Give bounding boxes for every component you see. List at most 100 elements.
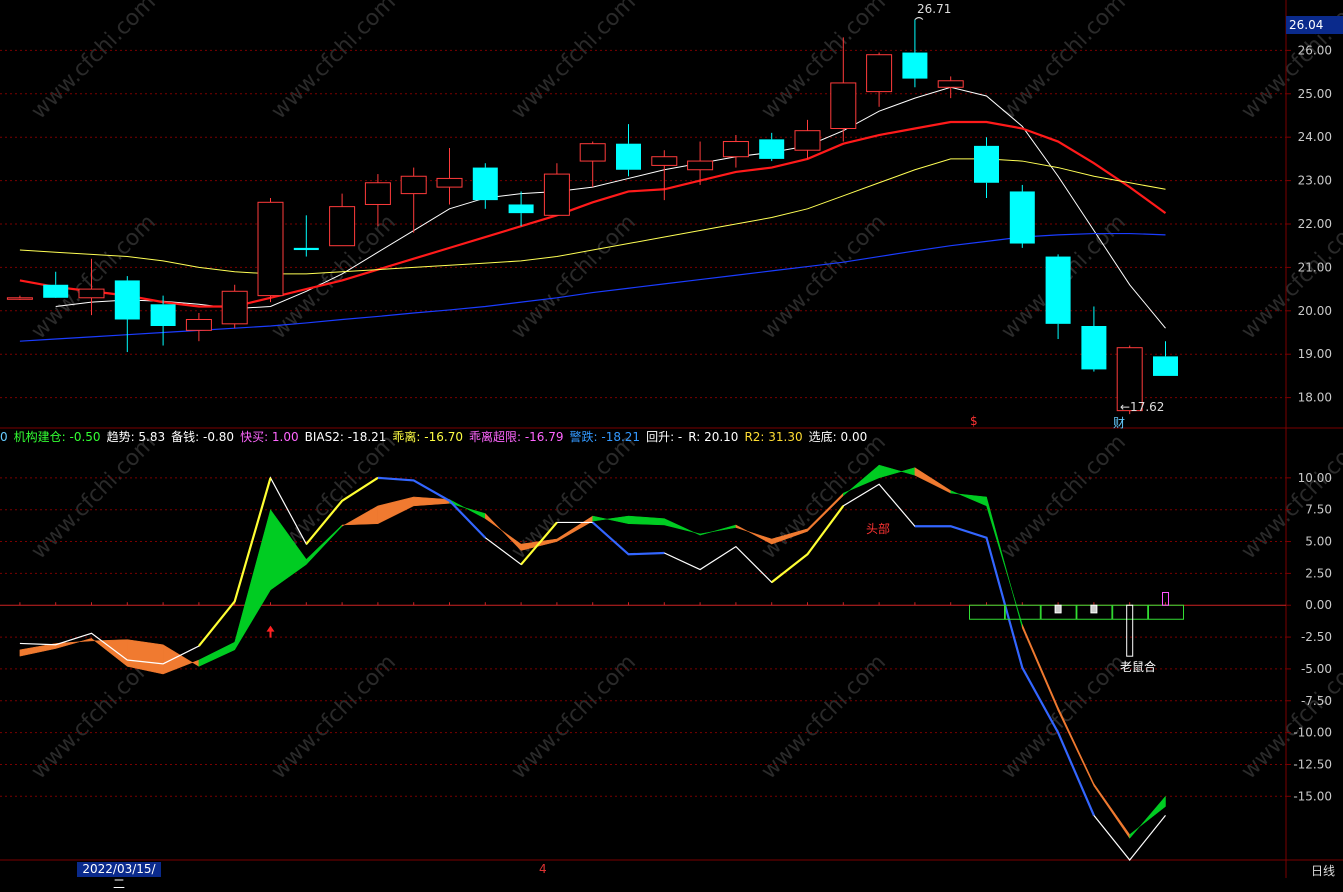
- candle: [329, 193, 356, 247]
- candle-body-up: [400, 175, 427, 195]
- indicator-band: [1129, 795, 1166, 840]
- indicator-band: [341, 505, 379, 527]
- candle: [508, 191, 534, 227]
- price-tick-label: 20.00: [1298, 304, 1332, 318]
- histogram-bar: [1126, 604, 1134, 657]
- indicator-tick-label: 2.50: [1305, 566, 1332, 580]
- candle: [436, 148, 463, 205]
- candle-body-down: [1081, 326, 1107, 370]
- candle-body-up: [6, 297, 33, 300]
- indicator-band: [449, 499, 486, 520]
- candle: [543, 163, 570, 216]
- price-tick-label: 26.00: [1298, 43, 1332, 57]
- candle-body-up: [937, 80, 964, 88]
- indicator-band: [592, 515, 629, 525]
- candle: [866, 52, 893, 107]
- high-price-label: 26.71: [917, 2, 952, 16]
- candle-body-down: [759, 139, 785, 159]
- watermark-text: www.cfchi.com: [507, 0, 641, 124]
- candle-body-up: [866, 54, 893, 93]
- indicator-legend-item: BIAS2: -18.21: [304, 430, 387, 444]
- candle-body-down: [1045, 256, 1071, 324]
- watermark-text: www.cfchi.com: [757, 210, 891, 344]
- candle-body-up: [436, 177, 463, 188]
- candle-body-down: [1009, 191, 1035, 244]
- candle: [616, 124, 641, 177]
- indicator-band: [19, 643, 56, 657]
- candle: [651, 150, 678, 201]
- candle-body-down: [1153, 356, 1178, 376]
- indicator-band: [914, 467, 951, 494]
- indicator-band: [664, 518, 701, 536]
- histogram-box: [1148, 604, 1184, 620]
- candle-body-down: [293, 247, 319, 251]
- indicator-legend-item: 回升: -: [646, 430, 683, 444]
- candle-body-down: [43, 284, 69, 298]
- indicator-legend-item: 乖离: -16.70: [392, 430, 463, 444]
- indicator-legend-item: R: 20.10: [688, 430, 739, 444]
- indicator-tick-label: 0.00: [1305, 598, 1332, 612]
- candle: [794, 119, 821, 159]
- watermark-text: www.cfchi.com: [27, 430, 161, 564]
- price-tick-label: 25.00: [1298, 87, 1332, 101]
- watermark-text: www.cfchi.com: [757, 430, 891, 564]
- period-label[interactable]: 日线: [1311, 862, 1335, 879]
- candle-body-up: [687, 160, 714, 171]
- indicator-legend-item: 乖离超限: -16.79: [468, 430, 564, 444]
- indicator-band: [950, 490, 987, 507]
- indicator-legend-item: 选底: 0.00: [808, 430, 868, 444]
- indicator-tick-label: 10.00: [1298, 471, 1332, 485]
- candle: [722, 135, 749, 168]
- candle: [1153, 341, 1178, 376]
- indicator-band: [699, 524, 737, 536]
- low-price-label: ←17.62: [1120, 400, 1165, 414]
- candle: [937, 76, 964, 99]
- candle-body-up: [78, 288, 105, 299]
- candle-body-down: [508, 204, 534, 214]
- watermark-text: www.cfchi.com: [997, 0, 1131, 124]
- candle-body-down: [974, 145, 999, 183]
- indicator-tick-label: -2.50: [1301, 630, 1332, 644]
- indicator-tick-label: -15.00: [1293, 789, 1332, 803]
- candle: [400, 167, 427, 233]
- candle-body-up: [543, 173, 570, 216]
- histogram-bar: [1090, 604, 1098, 614]
- price-tick-label: 24.00: [1298, 130, 1332, 144]
- candle: [257, 197, 284, 303]
- price-tick-label: 19.00: [1298, 347, 1332, 361]
- indicator-legend-item: 警跌: -18.21: [569, 430, 641, 444]
- candle: [221, 284, 248, 329]
- candle: [1045, 254, 1071, 340]
- head-label: 头部: [866, 522, 891, 536]
- indicator-band: [628, 515, 665, 526]
- price-tick-label: 21.00: [1298, 260, 1332, 274]
- indicator-blue-segment: [591, 521, 665, 556]
- candle-body-up: [794, 130, 821, 151]
- indicator-tick-label: -12.50: [1293, 757, 1332, 771]
- indicator-band: [91, 637, 128, 667]
- indicator-band: [878, 464, 916, 479]
- indicator-band: [1093, 782, 1130, 840]
- watermark-text: www.cfchi.com: [27, 210, 161, 344]
- candle-body-up: [257, 201, 284, 297]
- candlestick-series: [6, 17, 1178, 415]
- candle-body-down: [902, 52, 928, 79]
- mouse-label: 老鼠合: [1120, 660, 1157, 674]
- candle-body-down: [150, 304, 176, 326]
- candle: [1081, 306, 1107, 372]
- candle-body-down: [472, 167, 498, 201]
- buy-arrow-icon: [266, 625, 275, 638]
- candle: [974, 137, 999, 198]
- indicator-band: [198, 641, 235, 667]
- indicator-tick-label: 5.00: [1305, 535, 1332, 549]
- high-marker: [914, 17, 924, 20]
- candle-body-up: [185, 318, 212, 331]
- indicator-band: [377, 496, 414, 525]
- date-badge: 2022/03/15/二: [77, 862, 161, 891]
- indicator-legend-bar: 0 机构建仓: -0.50 趋势: 5.83 备钱: -0.80 快买: 1.00 BIA…: [0, 428, 873, 444]
- indicator-band: [485, 512, 522, 552]
- candle: [1009, 184, 1035, 248]
- indicator-legend-item: 快买: 1.00: [240, 430, 299, 444]
- candle-body-up: [364, 182, 391, 205]
- period-marker: 4: [539, 862, 547, 876]
